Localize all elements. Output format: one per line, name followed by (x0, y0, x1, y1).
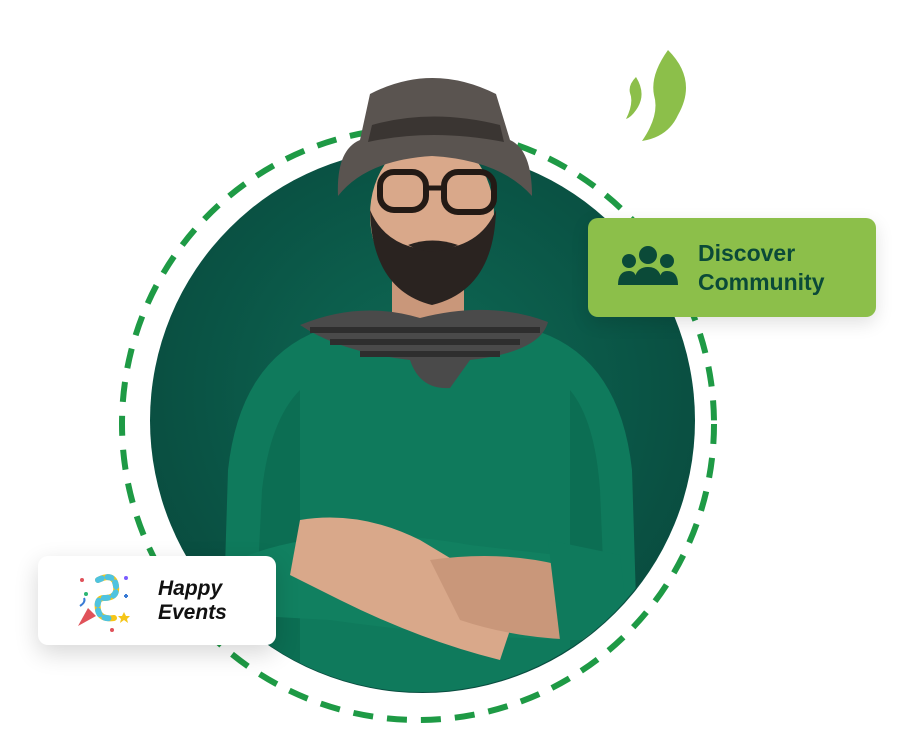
leaf-decoration-icon (626, 50, 686, 141)
party-popper-icon (78, 573, 130, 632)
happy-events-badge[interactable]: Happy Events (38, 556, 276, 645)
happy-events-line2: Events (158, 600, 227, 624)
discover-community-line1: Discover (698, 239, 796, 266)
community-group-icon (618, 245, 678, 285)
happy-events-line1: Happy (158, 576, 223, 600)
discover-community-badge[interactable]: Discover Community (588, 218, 876, 317)
discover-community-label: Discover Community (698, 239, 825, 297)
happy-events-label: Happy Events (158, 577, 227, 625)
discover-community-line2: Community (698, 268, 825, 295)
